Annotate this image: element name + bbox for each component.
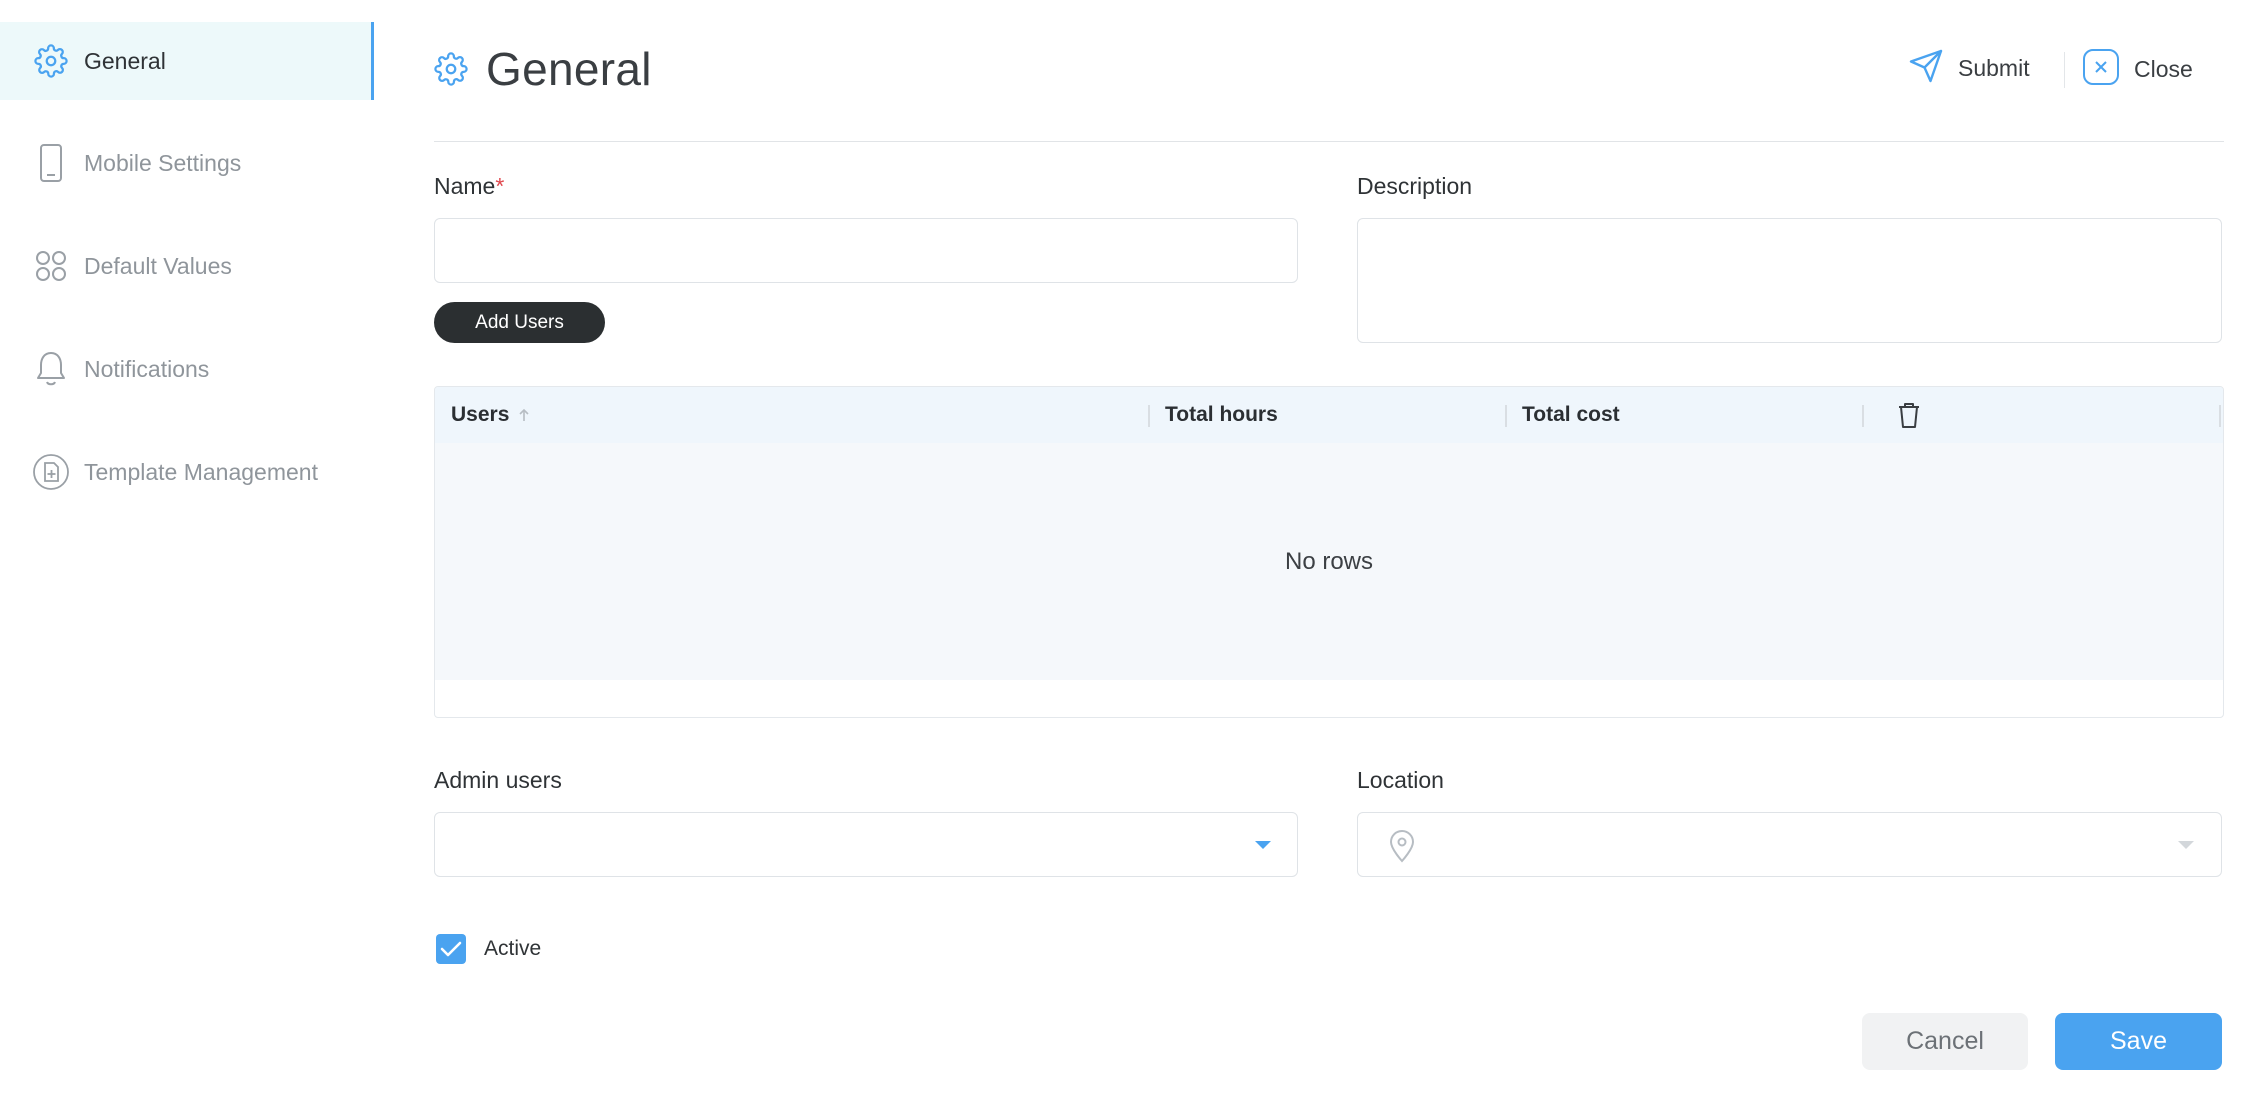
sidebar-item-label: Template Management: [84, 458, 318, 485]
column-separator[interactable]: [1862, 405, 1864, 427]
chevron-down-icon: [2178, 841, 2194, 849]
sidebar-item-label: Notifications: [84, 355, 210, 382]
name-label: Name*: [434, 173, 505, 199]
template-add-icon: [32, 453, 70, 491]
table-header: Users Total hours Total cost: [435, 387, 2223, 443]
chevron-down-icon: [1255, 841, 1271, 849]
description-label: Description: [1357, 173, 1473, 199]
location-label: Location: [1357, 767, 1444, 793]
users-table: Users Total hours Total cost No rows: [434, 386, 2224, 718]
header-divider-line: [434, 141, 2224, 142]
header-divider: [2064, 52, 2065, 88]
close-label: Close: [2134, 56, 2193, 82]
close-button[interactable]: Close: [2082, 48, 2193, 91]
active-label: Active: [484, 937, 542, 960]
admin-users-select[interactable]: [434, 812, 1298, 877]
page-title: General: [486, 43, 652, 95]
column-header-total-hours[interactable]: Total hours: [1165, 387, 1278, 443]
add-users-button[interactable]: Add Users: [434, 302, 605, 343]
checkmark-icon: [440, 940, 462, 958]
admin-users-label: Admin users: [434, 767, 562, 793]
name-input[interactable]: [434, 218, 1298, 283]
grid-dots-icon: [32, 247, 70, 285]
sidebar: General Mobile Settings Default Values N…: [0, 0, 374, 1110]
sidebar-item-general[interactable]: General: [0, 22, 374, 100]
sidebar-item-label: Default Values: [84, 252, 232, 279]
description-textarea[interactable]: [1357, 218, 2222, 343]
mobile-icon: [32, 144, 70, 182]
sort-ascending-icon: [517, 407, 531, 423]
required-mark: *: [495, 173, 505, 199]
submit-button[interactable]: Submit: [1908, 48, 2030, 89]
column-separator[interactable]: [1505, 405, 1507, 427]
sidebar-item-default-values[interactable]: Default Values: [0, 227, 374, 305]
location-select[interactable]: [1357, 812, 2222, 877]
location-pin-icon: [1388, 829, 1416, 863]
gear-icon: [434, 50, 472, 88]
empty-state-text: No rows: [1284, 547, 1374, 575]
page-header: General: [434, 42, 652, 96]
bell-icon: [32, 350, 70, 388]
gear-icon: [32, 42, 70, 80]
sidebar-item-notifications[interactable]: Notifications: [0, 330, 374, 408]
column-separator[interactable]: [1148, 405, 1150, 427]
sidebar-item-label: Mobile Settings: [84, 149, 242, 176]
column-header-total-cost[interactable]: Total cost: [1522, 387, 1620, 443]
send-icon: [1908, 48, 1944, 89]
sidebar-item-mobile-settings[interactable]: Mobile Settings: [0, 124, 374, 202]
column-header-users[interactable]: Users: [451, 387, 531, 443]
sidebar-item-template-management[interactable]: Template Management: [0, 433, 374, 511]
active-checkbox[interactable]: [436, 934, 466, 964]
save-button[interactable]: Save: [2055, 1013, 2222, 1070]
close-icon: [2082, 48, 2120, 91]
cancel-button[interactable]: Cancel: [1862, 1013, 2028, 1070]
sidebar-item-label: General: [84, 47, 166, 74]
column-separator[interactable]: [2219, 405, 2221, 427]
trash-icon: [1895, 400, 1923, 430]
delete-all-button[interactable]: [1895, 387, 1923, 443]
submit-label: Submit: [1958, 55, 2030, 81]
table-body: No rows: [435, 443, 2223, 680]
